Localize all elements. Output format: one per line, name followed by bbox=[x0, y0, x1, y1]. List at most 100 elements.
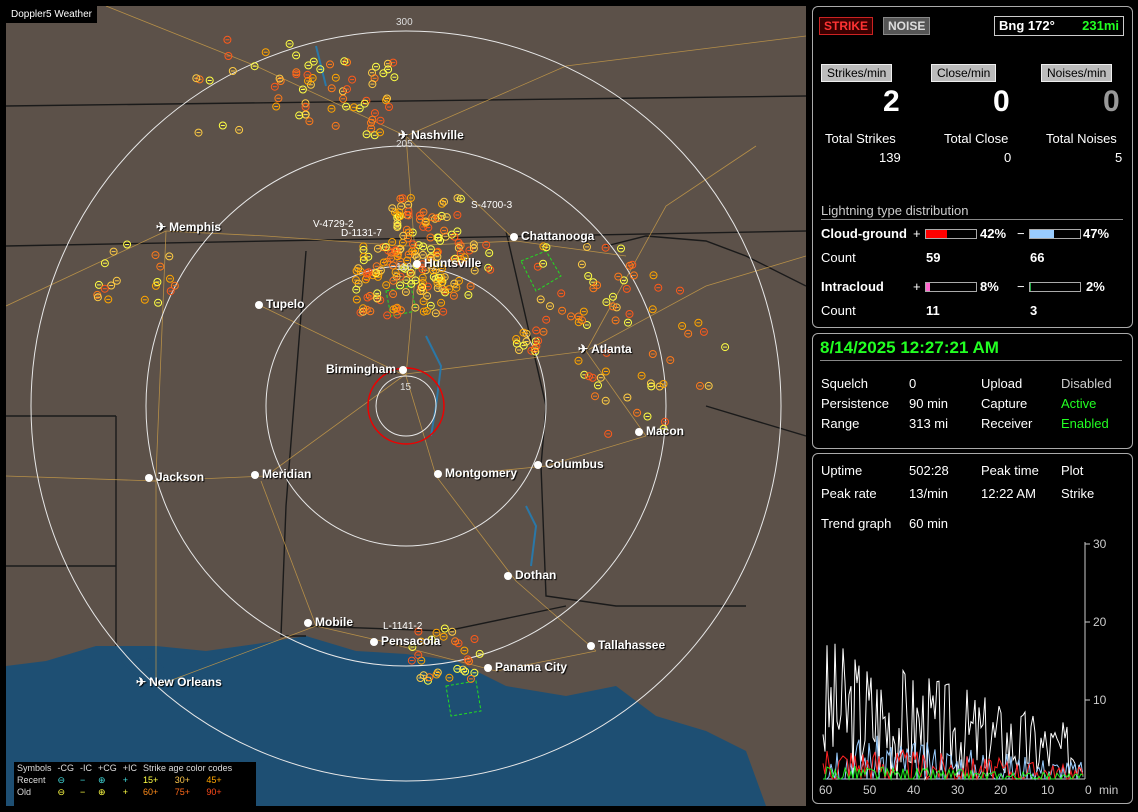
city-tupelo: Tupelo bbox=[255, 297, 304, 311]
y-tick-label: 30 bbox=[1093, 537, 1107, 551]
city-huntsville: Huntsville bbox=[413, 256, 481, 270]
city-memphis: ✈ Memphis bbox=[156, 220, 222, 234]
symbol-legend: Symbols -CG -IC +CG +IC Strike age color… bbox=[14, 762, 256, 806]
status-panel: 8/14/2025 12:27:21 AM Squelch 0 Upload D… bbox=[812, 333, 1133, 449]
persistence-label: Persistence bbox=[821, 396, 889, 411]
x-tick-label: 10 bbox=[1041, 783, 1055, 797]
close-per-min-header: Close/min bbox=[931, 64, 997, 82]
plot-value[interactable]: Strike bbox=[1061, 486, 1094, 501]
rivers bbox=[315, 45, 538, 567]
highways bbox=[6, 6, 806, 687]
total-strikes-value: 139 bbox=[879, 150, 901, 165]
age-code: 45+ bbox=[206, 775, 222, 785]
pos-cg-recent-icon: ⊕ bbox=[98, 774, 106, 785]
cg-positive-bar bbox=[925, 229, 977, 239]
city-jackson: Jackson bbox=[145, 470, 204, 484]
divider bbox=[821, 219, 1123, 220]
city-dot-icon bbox=[587, 642, 595, 650]
legend-old-label: Old bbox=[17, 787, 32, 797]
legend-recent-label: Recent bbox=[17, 775, 46, 785]
datetime: 8/14/2025 12:27:21 AM bbox=[820, 338, 999, 357]
total-strikes-label: Total Strikes bbox=[825, 131, 896, 146]
city-dot-icon bbox=[504, 572, 512, 580]
radar-map[interactable]: Doppler5 Weather 300 205 110 15 S-4700-3… bbox=[6, 6, 806, 806]
trend-graph-label: Trend graph bbox=[821, 516, 892, 531]
cg-positive-fill bbox=[926, 230, 947, 238]
city-meridian: Meridian bbox=[251, 467, 311, 481]
neg-ic-recent-icon: − bbox=[80, 775, 86, 785]
pos-cg-old-icon: ⊕ bbox=[98, 786, 106, 797]
storm-label[interactable]: S-4700-3 bbox=[471, 200, 512, 211]
city-panama-city: Panama City bbox=[484, 660, 567, 674]
total-noises-label: Total Noises bbox=[1046, 131, 1117, 146]
map-canvas bbox=[6, 6, 806, 806]
city-mobile: Mobile bbox=[304, 615, 353, 629]
cg-plus-sign: + bbox=[913, 226, 921, 241]
upload-value[interactable]: Disabled bbox=[1061, 376, 1112, 391]
ic-minus-sign: − bbox=[1017, 279, 1025, 294]
storm-label[interactable]: L-1141-2 bbox=[383, 621, 422, 632]
neg-ic-old-icon: − bbox=[80, 787, 86, 797]
receiver-value[interactable]: Enabled bbox=[1061, 416, 1109, 431]
ic-count-label: Count bbox=[821, 303, 856, 318]
ring-label-15: 15 bbox=[400, 382, 412, 393]
city-macon: Macon bbox=[635, 424, 684, 438]
cg-minus-sign: − bbox=[1017, 226, 1025, 241]
x-unit-label: min bbox=[1099, 783, 1118, 797]
city-dot-icon bbox=[434, 470, 442, 478]
peak-time-label: Peak time bbox=[981, 463, 1039, 478]
divider bbox=[820, 360, 1122, 361]
age-code: 75+ bbox=[174, 787, 190, 797]
squelch-label: Squelch bbox=[821, 376, 868, 391]
age-code: 30+ bbox=[174, 775, 190, 785]
ic-positive-pct: 8% bbox=[980, 279, 999, 294]
uptime-label: Uptime bbox=[821, 463, 863, 478]
plot-label: Plot bbox=[1061, 463, 1084, 478]
storm-label[interactable]: D-1131-7 bbox=[341, 228, 382, 239]
city-dot-icon bbox=[251, 471, 259, 479]
cg-negative-pct: 47% bbox=[1083, 226, 1110, 241]
app-title: Doppler5 Weather bbox=[6, 6, 97, 23]
x-tick-label: 30 bbox=[951, 783, 965, 797]
ring-label-300: 300 bbox=[396, 17, 413, 28]
trend-graph-value[interactable]: 60 min bbox=[909, 516, 948, 531]
city-dot-icon bbox=[413, 260, 421, 268]
peak-rate-value: 13/min bbox=[909, 486, 949, 501]
city-tallahassee: Tallahassee bbox=[587, 638, 665, 652]
legend-col: +CG bbox=[98, 763, 117, 773]
strike-button[interactable]: STRIKE bbox=[819, 17, 874, 35]
airplane-icon: ✈ bbox=[156, 220, 167, 234]
city-dot-icon bbox=[484, 664, 492, 672]
legend-col: -IC bbox=[80, 763, 93, 773]
city-birmingham: Birmingham bbox=[326, 362, 410, 376]
city-dot-icon bbox=[304, 619, 312, 627]
city-chattanooga: Chattanooga bbox=[510, 229, 594, 243]
upload-label: Upload bbox=[981, 376, 1023, 391]
strikes-per-min-value: 2 bbox=[883, 85, 900, 118]
neg-cg-old-icon: ⊖ bbox=[57, 786, 66, 797]
city-dothan: Dothan bbox=[504, 568, 556, 582]
bearing-readout: Bng 172° 231mi bbox=[994, 16, 1124, 36]
cg-negative-count: 66 bbox=[1030, 250, 1045, 265]
airplane-icon: ✈ bbox=[398, 128, 409, 142]
city-dot-icon bbox=[399, 366, 408, 374]
noise-button[interactable]: NOISE bbox=[883, 17, 931, 35]
ic-negative-count: 3 bbox=[1030, 303, 1038, 318]
squelch-value: 0 bbox=[909, 376, 917, 391]
noises-per-min-header: Noises/min bbox=[1041, 64, 1113, 82]
city-dot-icon bbox=[145, 474, 153, 482]
neg-cg-recent-icon: ⊖ bbox=[57, 774, 66, 785]
city-dot-icon bbox=[534, 461, 542, 469]
city-columbus: Columbus bbox=[534, 457, 604, 471]
capture-value[interactable]: Active bbox=[1061, 396, 1096, 411]
trend-series bbox=[822, 643, 1084, 781]
receiver-label: Receiver bbox=[981, 416, 1033, 431]
x-tick-label: 40 bbox=[907, 783, 921, 797]
y-tick-label: 20 bbox=[1093, 615, 1107, 629]
capture-label: Capture bbox=[981, 396, 1028, 411]
city-dot-icon bbox=[635, 428, 643, 436]
intracloud-label: Intracloud bbox=[821, 279, 884, 294]
y-tick-label: 10 bbox=[1093, 693, 1107, 707]
trend-panel: Uptime 502:28 Peak time Plot Peak rate 1… bbox=[812, 453, 1133, 804]
ring-label-110: 110 bbox=[396, 262, 412, 273]
